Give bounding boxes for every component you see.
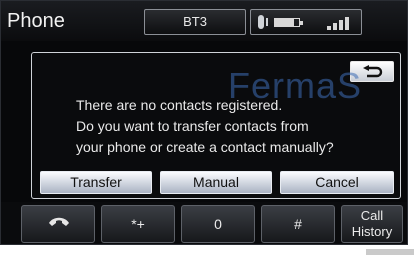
cancel-button[interactable]: Cancel: [280, 171, 394, 194]
phone-status-indicator: [250, 9, 362, 35]
zero-key[interactable]: 0: [181, 205, 255, 243]
device-name: BT3: [183, 14, 207, 29]
message-line: your phone or create a contact manually?: [76, 139, 334, 155]
call-history-label-line2: History: [351, 224, 393, 239]
phone-handset-icon: [49, 217, 69, 226]
call-history-button[interactable]: Call History: [341, 205, 403, 243]
device-selector-button[interactable]: BT3: [144, 9, 246, 35]
page-title: Phone: [7, 10, 65, 32]
watermark: FermaS: [228, 65, 363, 106]
corner-mark: [366, 249, 414, 255]
manual-button[interactable]: Manual: [160, 171, 272, 194]
keypad-bar: *+ 0 # Call History: [1, 202, 407, 244]
bluetooth-icon: [258, 15, 268, 29]
hash-key[interactable]: #: [261, 205, 335, 243]
message-line: Do you want to transfer contacts from: [76, 118, 309, 134]
star-plus-key[interactable]: *+: [101, 205, 175, 243]
transfer-button[interactable]: Transfer: [40, 171, 152, 194]
top-bar: Phone BT3: [1, 1, 407, 41]
phone-key[interactable]: [21, 205, 95, 243]
return-arrow-icon: [363, 65, 383, 78]
call-history-label-line1: Call: [360, 208, 384, 223]
battery-icon: [274, 18, 303, 27]
phone-screen: Phone BT3 There are no contacts register…: [0, 0, 408, 245]
signal-icon: [327, 16, 355, 30]
